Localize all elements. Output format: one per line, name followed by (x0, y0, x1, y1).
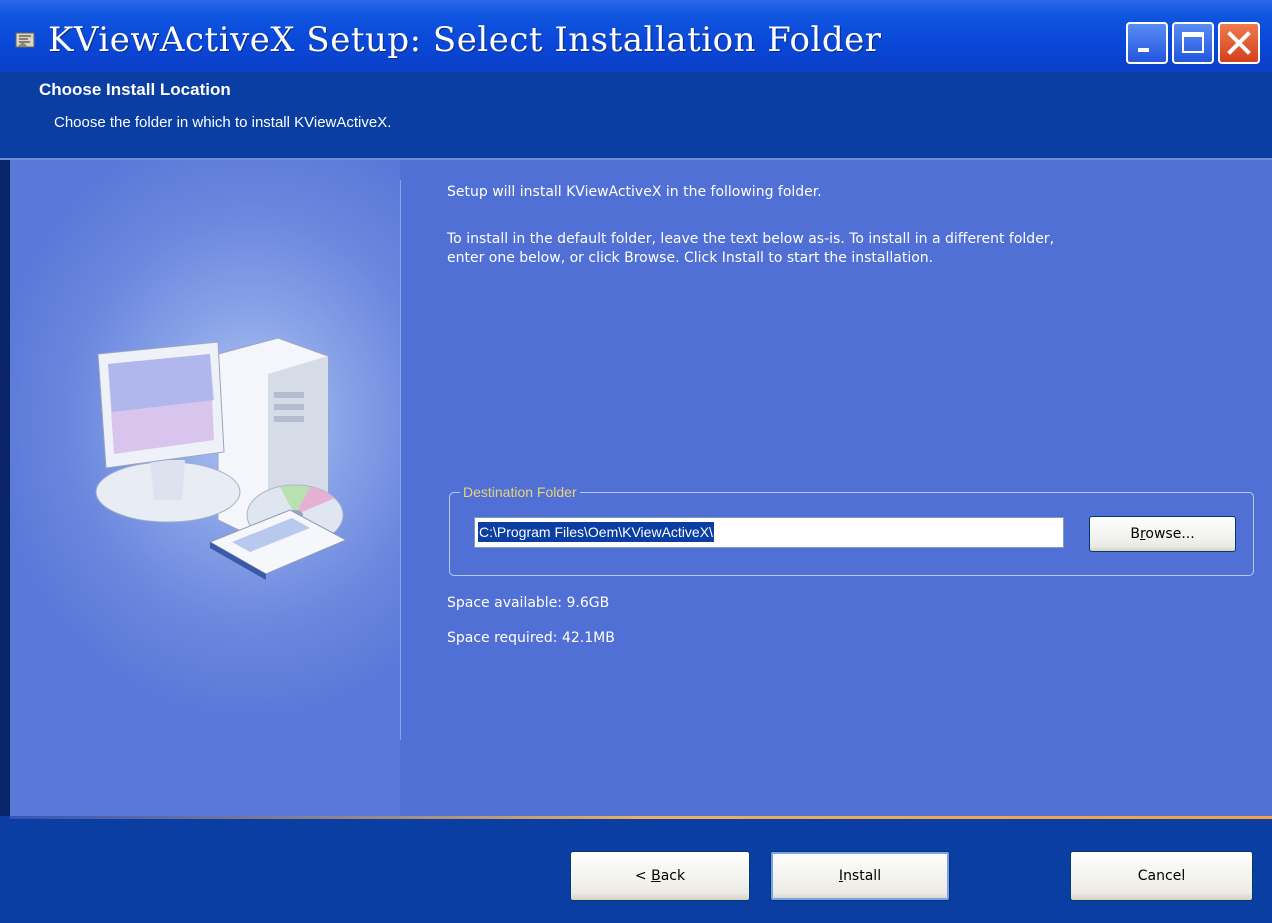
instructions-text-line2: enter one below, or click Browse. Click … (447, 250, 934, 266)
page-title: Choose Install Location (39, 80, 231, 99)
instructions-text-line1: To install in the default folder, leave … (447, 231, 1055, 247)
browse-label-prefix: B (1130, 526, 1140, 542)
destination-path-value: C:\Program Files\Oem\KViewActiveX\ (478, 522, 714, 542)
maximize-icon (1182, 32, 1204, 53)
back-label-accel: B (651, 868, 661, 884)
back-label-suffix: ack (660, 868, 686, 884)
close-button[interactable] (1218, 22, 1260, 64)
space-required-text: Space required: 42.1MB (447, 630, 615, 646)
destination-folder-label: Destination Folder (460, 484, 580, 500)
installer-window: KViewActiveX Setup: Select Installation … (0, 0, 1272, 923)
cancel-button[interactable]: Cancel (1070, 851, 1253, 901)
illustration-panel (10, 160, 400, 816)
maximize-button[interactable] (1172, 22, 1214, 64)
installer-app-icon (15, 32, 35, 48)
minimize-icon (1138, 48, 1149, 52)
close-icon (1227, 31, 1251, 55)
install-button[interactable]: Install (770, 851, 950, 901)
window-title: KViewActiveX Setup: Select Installation … (48, 20, 882, 60)
destination-path-input[interactable]: C:\Program Files\Oem\KViewActiveX\ (474, 517, 1064, 548)
minimize-button[interactable] (1126, 22, 1168, 64)
browse-label-suffix: owse... (1145, 526, 1195, 542)
back-button[interactable]: < Back (570, 851, 750, 901)
computer-illustration-icon (95, 337, 348, 580)
intro-text: Setup will install KViewActiveX in the f… (447, 184, 822, 200)
back-label-prefix: < (634, 868, 652, 884)
title-bar[interactable]: KViewActiveX Setup: Select Installation … (0, 0, 1272, 73)
footer-separator (10, 816, 1272, 819)
install-label-suffix: nstall (843, 868, 882, 884)
space-available-text: Space available: 9.6GB (447, 595, 610, 611)
panel-divider (400, 180, 401, 740)
browse-button[interactable]: Browse... (1089, 516, 1236, 552)
page-subtitle: Choose the folder in which to install KV… (54, 114, 392, 131)
